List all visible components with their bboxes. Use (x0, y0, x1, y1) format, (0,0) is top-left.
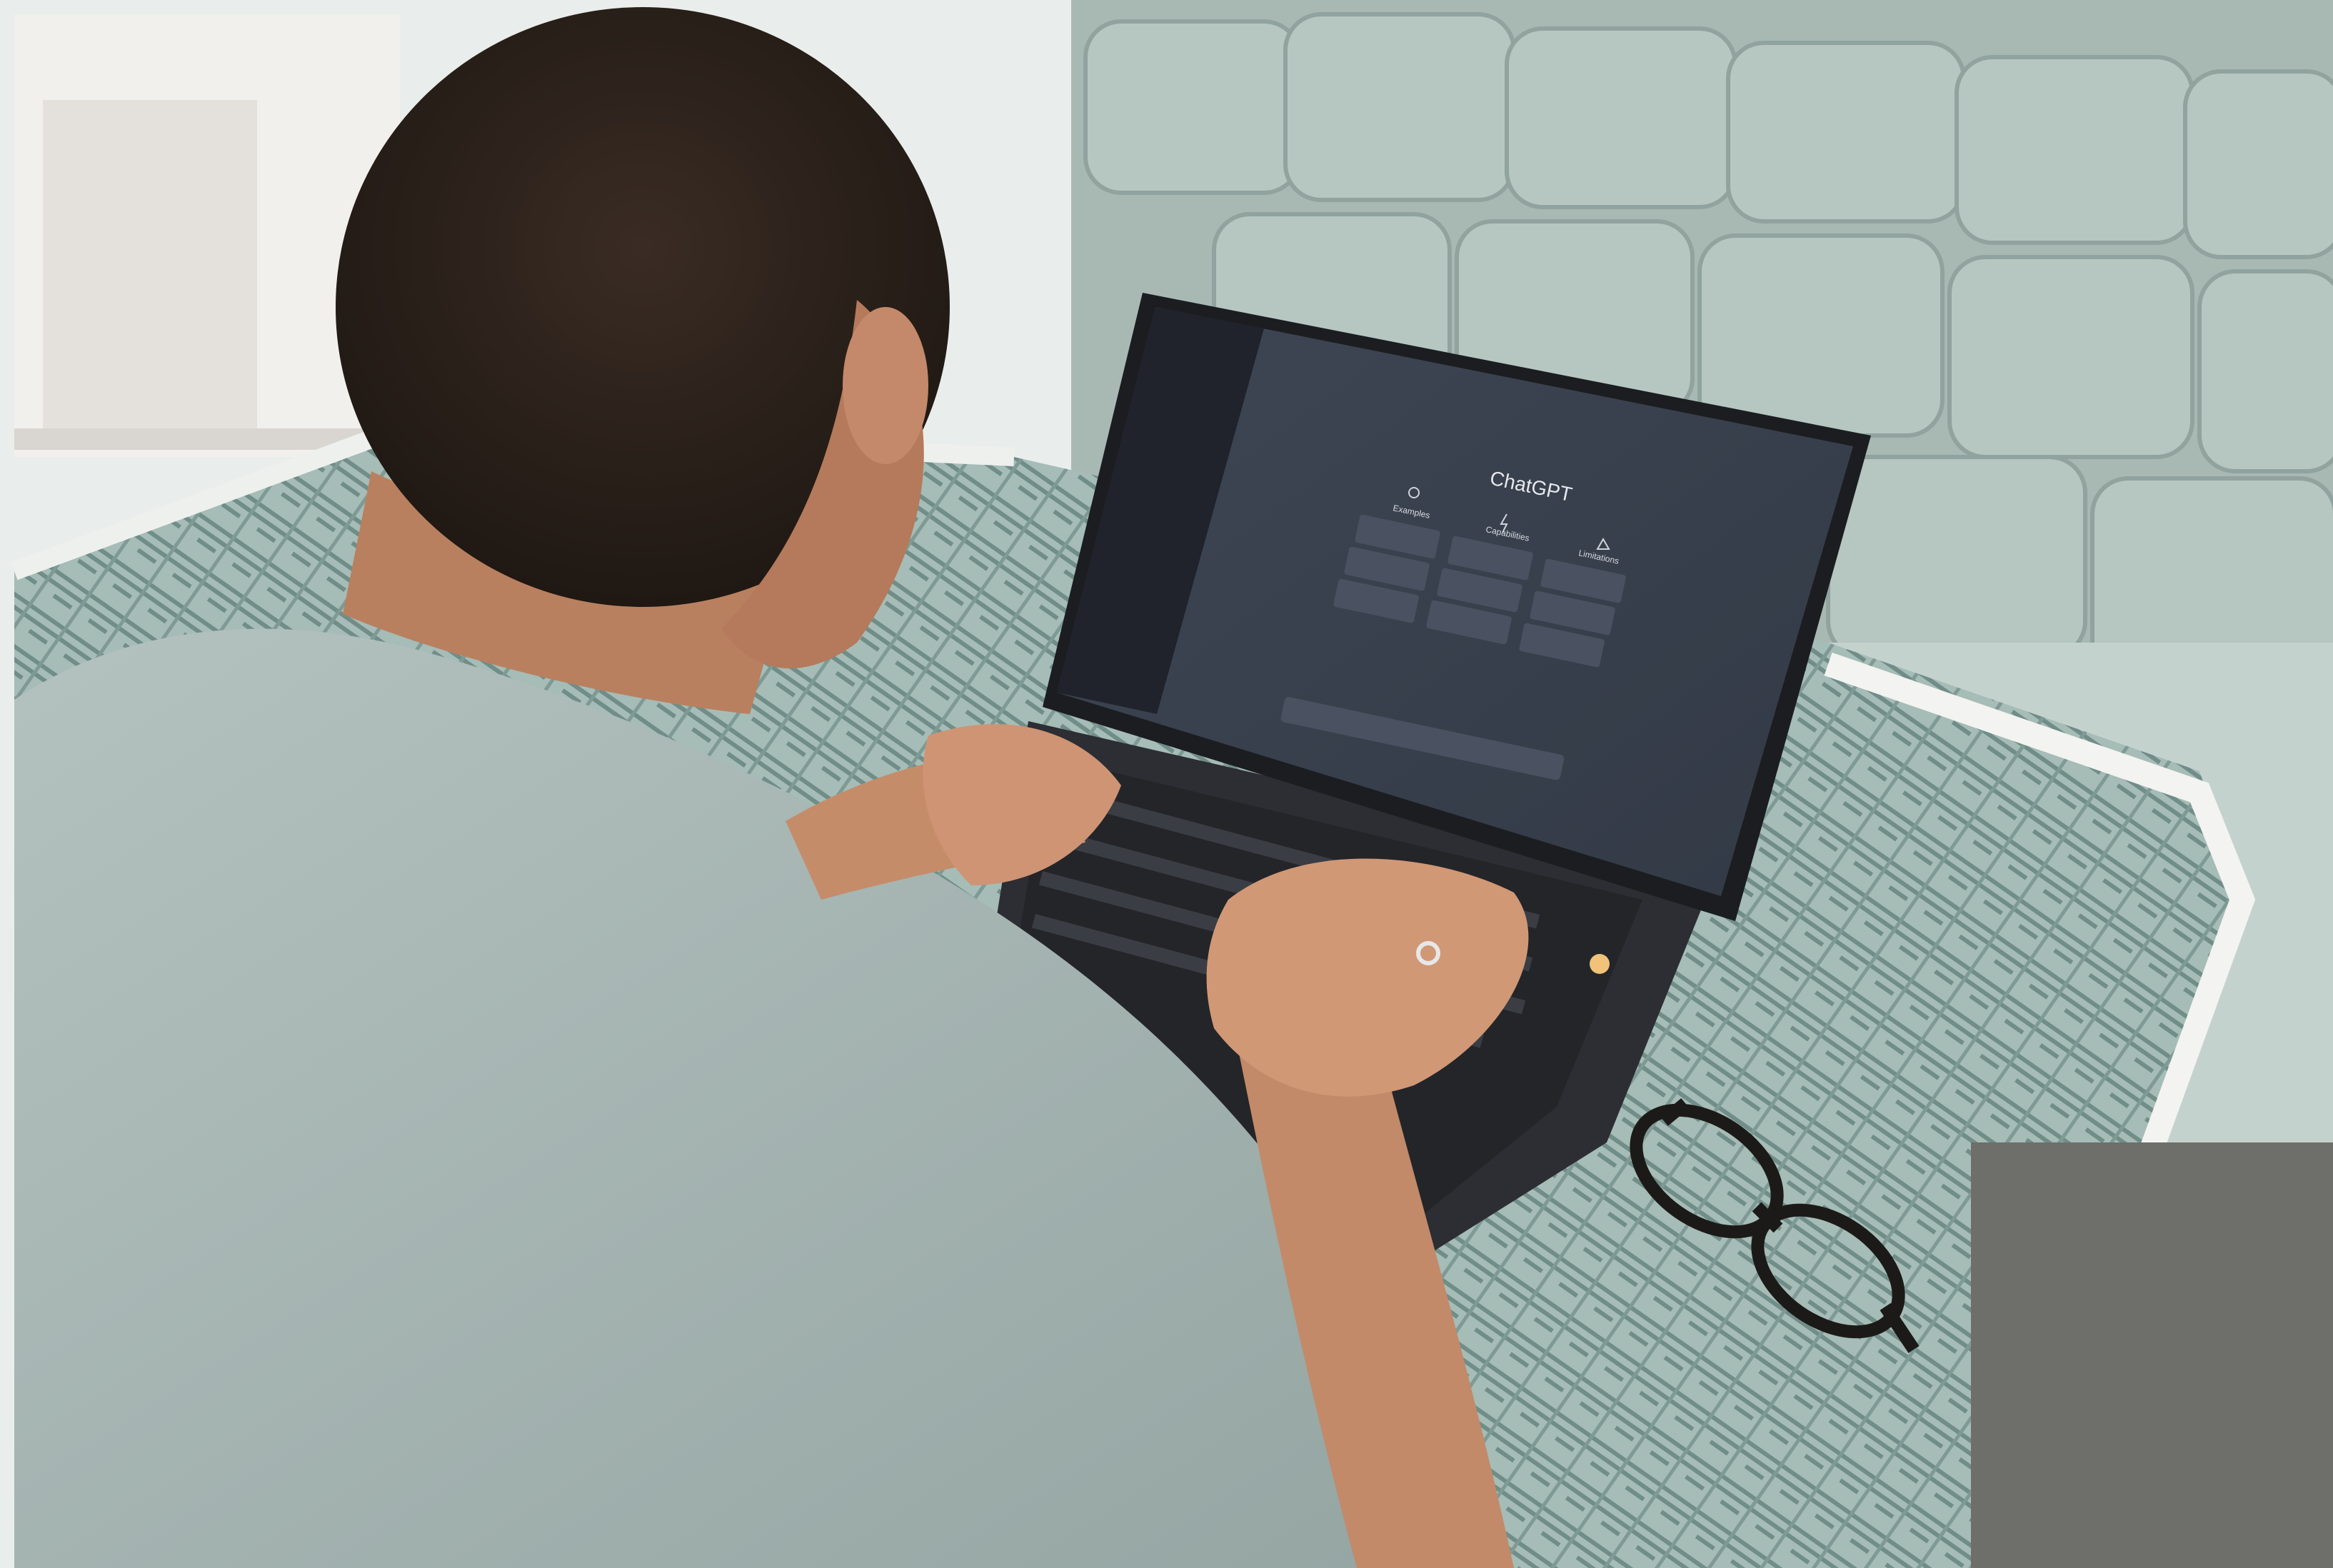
ear (843, 307, 928, 464)
photo-scene: ChatGPT Examples Capabilities Limitation… (0, 0, 2333, 1568)
cabinet (14, 14, 400, 457)
photo-svg: ChatGPT Examples Capabilities Limitation… (0, 0, 2333, 1568)
